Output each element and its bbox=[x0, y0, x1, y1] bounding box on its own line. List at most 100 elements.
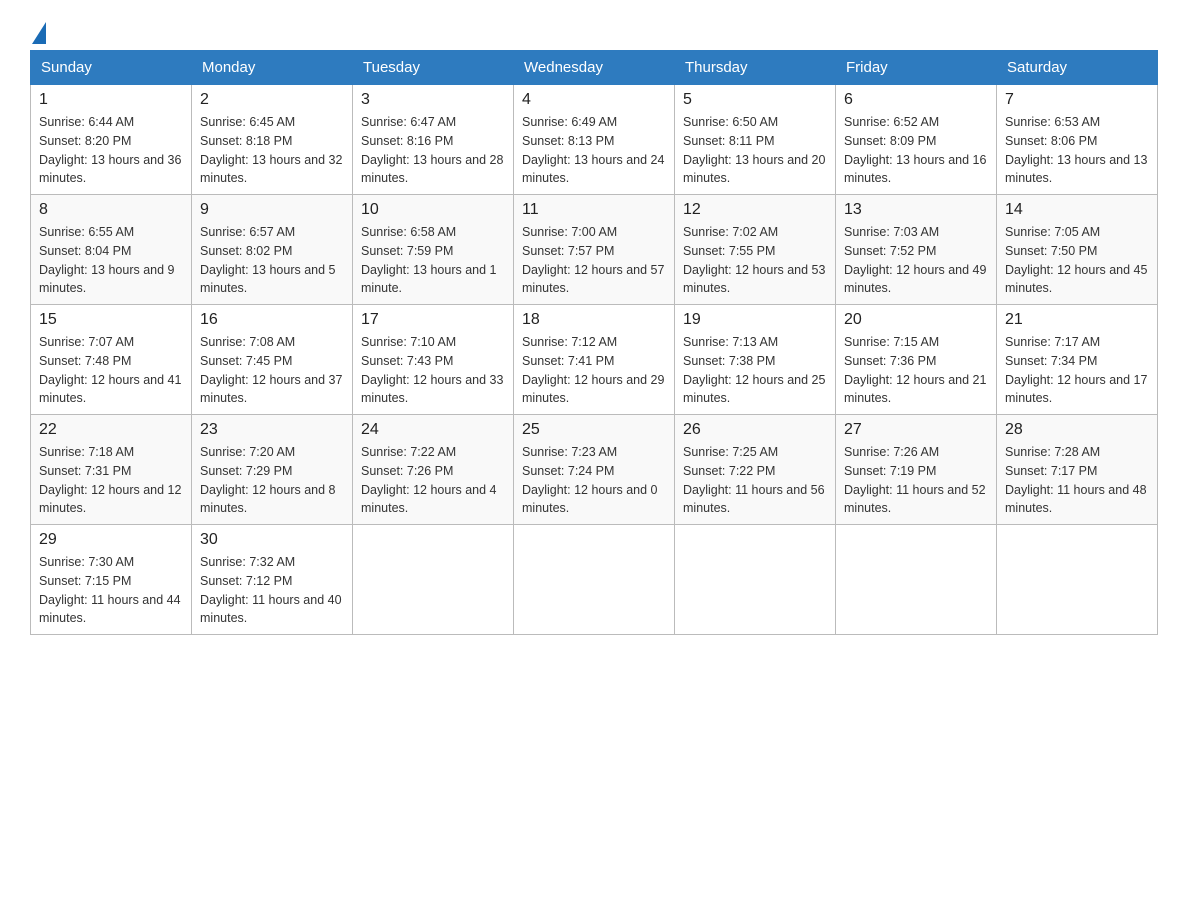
day-number: 23 bbox=[200, 421, 344, 439]
calendar-cell bbox=[353, 525, 514, 635]
day-number: 1 bbox=[39, 91, 183, 109]
day-number: 21 bbox=[1005, 311, 1149, 329]
day-info: Sunrise: 7:13 AMSunset: 7:38 PMDaylight:… bbox=[683, 335, 825, 405]
calendar-cell: 23 Sunrise: 7:20 AMSunset: 7:29 PMDaylig… bbox=[192, 415, 353, 525]
day-info: Sunrise: 6:57 AMSunset: 8:02 PMDaylight:… bbox=[200, 225, 336, 295]
day-info: Sunrise: 7:08 AMSunset: 7:45 PMDaylight:… bbox=[200, 335, 342, 405]
calendar-cell: 24 Sunrise: 7:22 AMSunset: 7:26 PMDaylig… bbox=[353, 415, 514, 525]
day-info: Sunrise: 7:02 AMSunset: 7:55 PMDaylight:… bbox=[683, 225, 825, 295]
day-info: Sunrise: 6:45 AMSunset: 8:18 PMDaylight:… bbox=[200, 115, 342, 185]
weekday-header-monday: Monday bbox=[192, 51, 353, 85]
page-header bbox=[30, 20, 1158, 40]
day-number: 11 bbox=[522, 201, 666, 219]
day-number: 30 bbox=[200, 531, 344, 549]
day-info: Sunrise: 6:52 AMSunset: 8:09 PMDaylight:… bbox=[844, 115, 986, 185]
day-number: 15 bbox=[39, 311, 183, 329]
day-info: Sunrise: 7:23 AMSunset: 7:24 PMDaylight:… bbox=[522, 445, 658, 515]
day-info: Sunrise: 7:25 AMSunset: 7:22 PMDaylight:… bbox=[683, 445, 825, 515]
calendar-cell: 17 Sunrise: 7:10 AMSunset: 7:43 PMDaylig… bbox=[353, 305, 514, 415]
calendar-cell: 25 Sunrise: 7:23 AMSunset: 7:24 PMDaylig… bbox=[514, 415, 675, 525]
day-info: Sunrise: 7:10 AMSunset: 7:43 PMDaylight:… bbox=[361, 335, 503, 405]
day-number: 4 bbox=[522, 91, 666, 109]
day-number: 20 bbox=[844, 311, 988, 329]
day-info: Sunrise: 6:53 AMSunset: 8:06 PMDaylight:… bbox=[1005, 115, 1147, 185]
calendar-cell: 16 Sunrise: 7:08 AMSunset: 7:45 PMDaylig… bbox=[192, 305, 353, 415]
calendar-cell: 21 Sunrise: 7:17 AMSunset: 7:34 PMDaylig… bbox=[997, 305, 1158, 415]
calendar-cell: 9 Sunrise: 6:57 AMSunset: 8:02 PMDayligh… bbox=[192, 195, 353, 305]
weekday-header-sunday: Sunday bbox=[31, 51, 192, 85]
calendar-cell: 26 Sunrise: 7:25 AMSunset: 7:22 PMDaylig… bbox=[675, 415, 836, 525]
day-number: 7 bbox=[1005, 91, 1149, 109]
day-info: Sunrise: 6:44 AMSunset: 8:20 PMDaylight:… bbox=[39, 115, 181, 185]
calendar-cell: 14 Sunrise: 7:05 AMSunset: 7:50 PMDaylig… bbox=[997, 195, 1158, 305]
day-number: 2 bbox=[200, 91, 344, 109]
day-number: 24 bbox=[361, 421, 505, 439]
day-number: 6 bbox=[844, 91, 988, 109]
weekday-header-wednesday: Wednesday bbox=[514, 51, 675, 85]
calendar-cell: 13 Sunrise: 7:03 AMSunset: 7:52 PMDaylig… bbox=[836, 195, 997, 305]
day-info: Sunrise: 7:05 AMSunset: 7:50 PMDaylight:… bbox=[1005, 225, 1147, 295]
day-number: 19 bbox=[683, 311, 827, 329]
calendar-week-row: 29 Sunrise: 7:30 AMSunset: 7:15 PMDaylig… bbox=[31, 525, 1158, 635]
day-info: Sunrise: 7:17 AMSunset: 7:34 PMDaylight:… bbox=[1005, 335, 1147, 405]
calendar-cell: 6 Sunrise: 6:52 AMSunset: 8:09 PMDayligh… bbox=[836, 85, 997, 195]
day-number: 13 bbox=[844, 201, 988, 219]
calendar-cell bbox=[997, 525, 1158, 635]
calendar-cell: 18 Sunrise: 7:12 AMSunset: 7:41 PMDaylig… bbox=[514, 305, 675, 415]
day-info: Sunrise: 7:28 AMSunset: 7:17 PMDaylight:… bbox=[1005, 445, 1147, 515]
day-info: Sunrise: 7:20 AMSunset: 7:29 PMDaylight:… bbox=[200, 445, 336, 515]
day-info: Sunrise: 7:07 AMSunset: 7:48 PMDaylight:… bbox=[39, 335, 181, 405]
day-number: 12 bbox=[683, 201, 827, 219]
calendar-week-row: 15 Sunrise: 7:07 AMSunset: 7:48 PMDaylig… bbox=[31, 305, 1158, 415]
calendar-cell: 28 Sunrise: 7:28 AMSunset: 7:17 PMDaylig… bbox=[997, 415, 1158, 525]
day-number: 3 bbox=[361, 91, 505, 109]
day-number: 18 bbox=[522, 311, 666, 329]
calendar-cell: 5 Sunrise: 6:50 AMSunset: 8:11 PMDayligh… bbox=[675, 85, 836, 195]
day-info: Sunrise: 7:32 AMSunset: 7:12 PMDaylight:… bbox=[200, 555, 342, 625]
day-number: 29 bbox=[39, 531, 183, 549]
calendar-cell: 29 Sunrise: 7:30 AMSunset: 7:15 PMDaylig… bbox=[31, 525, 192, 635]
calendar-cell: 8 Sunrise: 6:55 AMSunset: 8:04 PMDayligh… bbox=[31, 195, 192, 305]
calendar-cell: 4 Sunrise: 6:49 AMSunset: 8:13 PMDayligh… bbox=[514, 85, 675, 195]
day-info: Sunrise: 6:49 AMSunset: 8:13 PMDaylight:… bbox=[522, 115, 664, 185]
calendar-cell: 7 Sunrise: 6:53 AMSunset: 8:06 PMDayligh… bbox=[997, 85, 1158, 195]
day-info: Sunrise: 7:30 AMSunset: 7:15 PMDaylight:… bbox=[39, 555, 181, 625]
calendar-cell: 11 Sunrise: 7:00 AMSunset: 7:57 PMDaylig… bbox=[514, 195, 675, 305]
calendar-cell bbox=[675, 525, 836, 635]
calendar-cell bbox=[836, 525, 997, 635]
day-number: 25 bbox=[522, 421, 666, 439]
calendar-table: SundayMondayTuesdayWednesdayThursdayFrid… bbox=[30, 50, 1158, 635]
calendar-week-row: 1 Sunrise: 6:44 AMSunset: 8:20 PMDayligh… bbox=[31, 85, 1158, 195]
day-info: Sunrise: 7:03 AMSunset: 7:52 PMDaylight:… bbox=[844, 225, 986, 295]
day-info: Sunrise: 7:12 AMSunset: 7:41 PMDaylight:… bbox=[522, 335, 664, 405]
calendar-cell: 12 Sunrise: 7:02 AMSunset: 7:55 PMDaylig… bbox=[675, 195, 836, 305]
day-number: 16 bbox=[200, 311, 344, 329]
day-info: Sunrise: 7:00 AMSunset: 7:57 PMDaylight:… bbox=[522, 225, 664, 295]
weekday-header-thursday: Thursday bbox=[675, 51, 836, 85]
day-number: 8 bbox=[39, 201, 183, 219]
calendar-cell: 20 Sunrise: 7:15 AMSunset: 7:36 PMDaylig… bbox=[836, 305, 997, 415]
calendar-cell bbox=[514, 525, 675, 635]
day-info: Sunrise: 6:50 AMSunset: 8:11 PMDaylight:… bbox=[683, 115, 825, 185]
day-info: Sunrise: 7:26 AMSunset: 7:19 PMDaylight:… bbox=[844, 445, 986, 515]
day-number: 27 bbox=[844, 421, 988, 439]
calendar-cell: 19 Sunrise: 7:13 AMSunset: 7:38 PMDaylig… bbox=[675, 305, 836, 415]
day-info: Sunrise: 7:18 AMSunset: 7:31 PMDaylight:… bbox=[39, 445, 181, 515]
calendar-cell: 10 Sunrise: 6:58 AMSunset: 7:59 PMDaylig… bbox=[353, 195, 514, 305]
day-number: 28 bbox=[1005, 421, 1149, 439]
day-number: 14 bbox=[1005, 201, 1149, 219]
day-number: 5 bbox=[683, 91, 827, 109]
logo bbox=[30, 20, 46, 40]
day-number: 9 bbox=[200, 201, 344, 219]
day-number: 10 bbox=[361, 201, 505, 219]
calendar-cell: 27 Sunrise: 7:26 AMSunset: 7:19 PMDaylig… bbox=[836, 415, 997, 525]
day-number: 22 bbox=[39, 421, 183, 439]
day-number: 17 bbox=[361, 311, 505, 329]
day-info: Sunrise: 6:47 AMSunset: 8:16 PMDaylight:… bbox=[361, 115, 503, 185]
calendar-cell: 1 Sunrise: 6:44 AMSunset: 8:20 PMDayligh… bbox=[31, 85, 192, 195]
day-info: Sunrise: 6:55 AMSunset: 8:04 PMDaylight:… bbox=[39, 225, 175, 295]
logo-triangle-icon bbox=[32, 22, 46, 44]
weekday-header-tuesday: Tuesday bbox=[353, 51, 514, 85]
calendar-week-row: 8 Sunrise: 6:55 AMSunset: 8:04 PMDayligh… bbox=[31, 195, 1158, 305]
day-info: Sunrise: 7:15 AMSunset: 7:36 PMDaylight:… bbox=[844, 335, 986, 405]
